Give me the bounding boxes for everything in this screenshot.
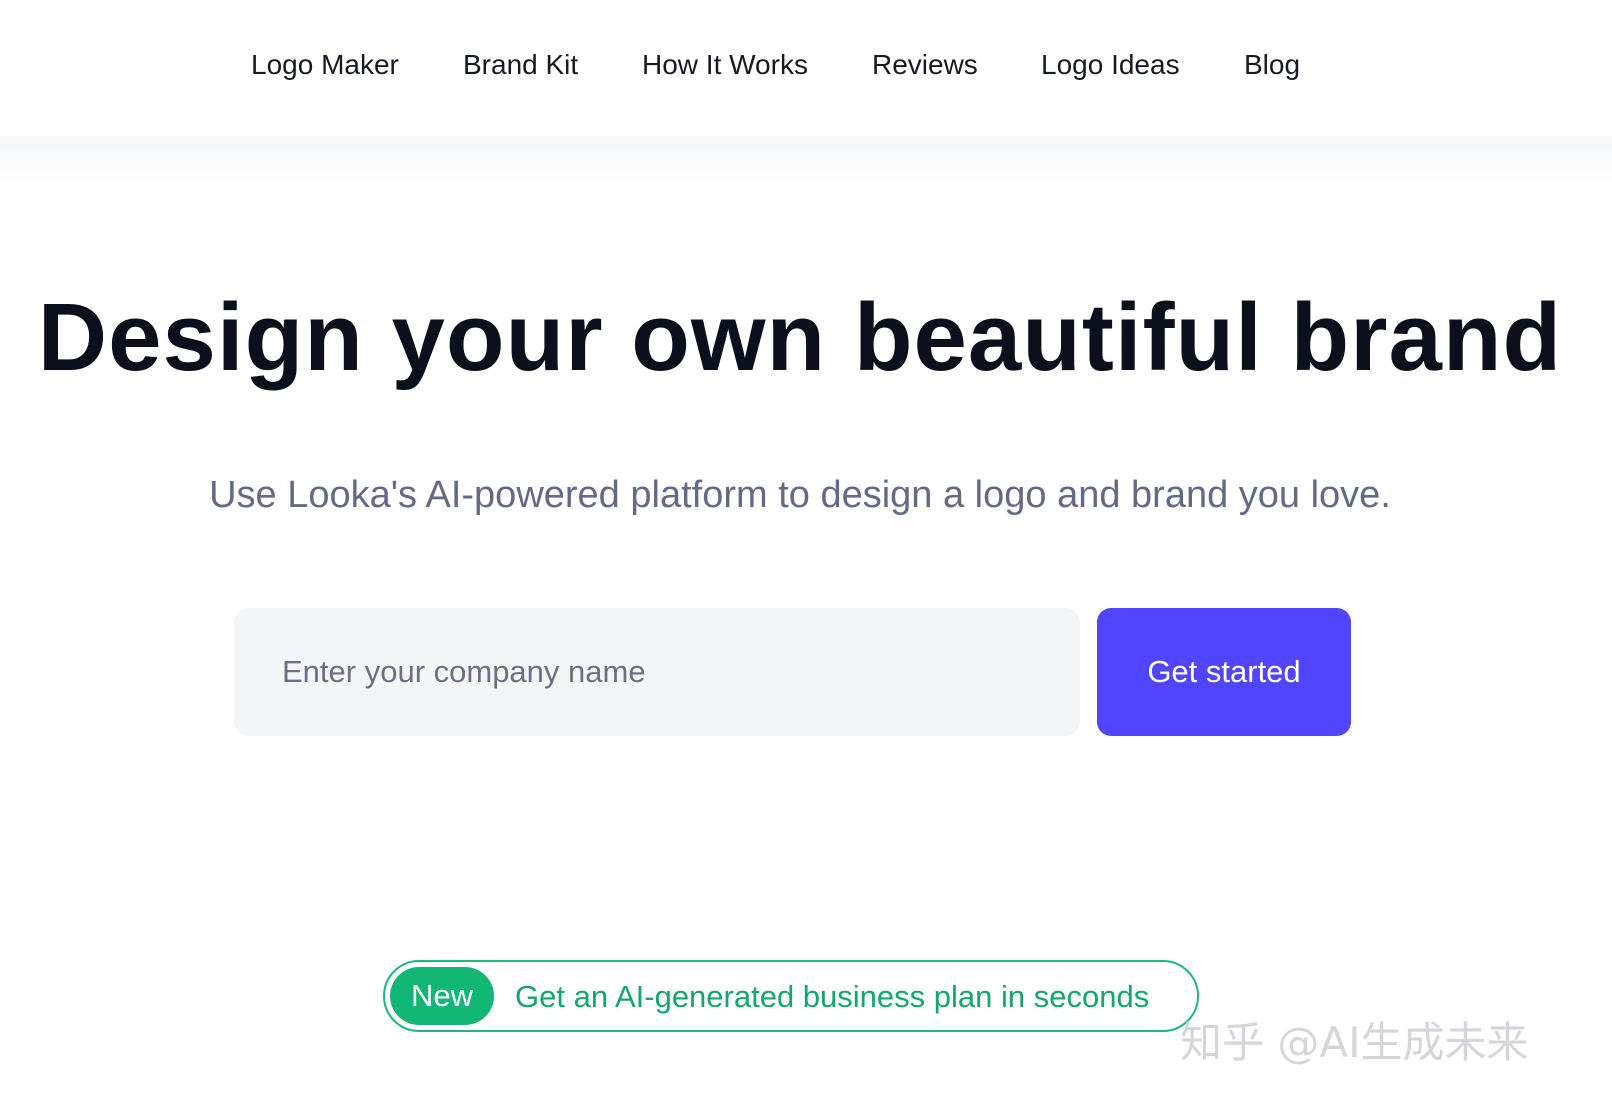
- nav-brand-kit-link[interactable]: Brand Kit: [463, 48, 578, 82]
- top-navigation: Logo Maker Brand Kit How It Works Review…: [0, 0, 1612, 136]
- company-name-input[interactable]: [234, 608, 1080, 736]
- announcement-text: Get an AI-generated business plan in sec…: [515, 979, 1150, 1014]
- hero-subtitle: Use Looka's AI-powered platform to desig…: [209, 474, 1391, 516]
- nav-logo-maker-link[interactable]: Logo Maker: [251, 48, 399, 82]
- page: Logo Maker Brand Kit How It Works Review…: [0, 0, 1612, 1110]
- new-badge: New: [390, 967, 494, 1025]
- watermark: 知乎 @AI生成未来: [1180, 1018, 1529, 1067]
- get-started-button[interactable]: Get started: [1097, 608, 1351, 736]
- nav-divider-shadow: [0, 136, 1612, 184]
- nav-reviews-link[interactable]: Reviews: [872, 48, 978, 82]
- business-plan-announcement-link[interactable]: New Get an AI-generated business plan in…: [383, 960, 1199, 1032]
- nav-how-it-works-link[interactable]: How It Works: [642, 48, 808, 82]
- hero-title: Design your own beautiful brand: [37, 284, 1563, 391]
- nav-blog-link[interactable]: Blog: [1244, 48, 1300, 82]
- nav-logo-ideas-link[interactable]: Logo Ideas: [1041, 48, 1180, 82]
